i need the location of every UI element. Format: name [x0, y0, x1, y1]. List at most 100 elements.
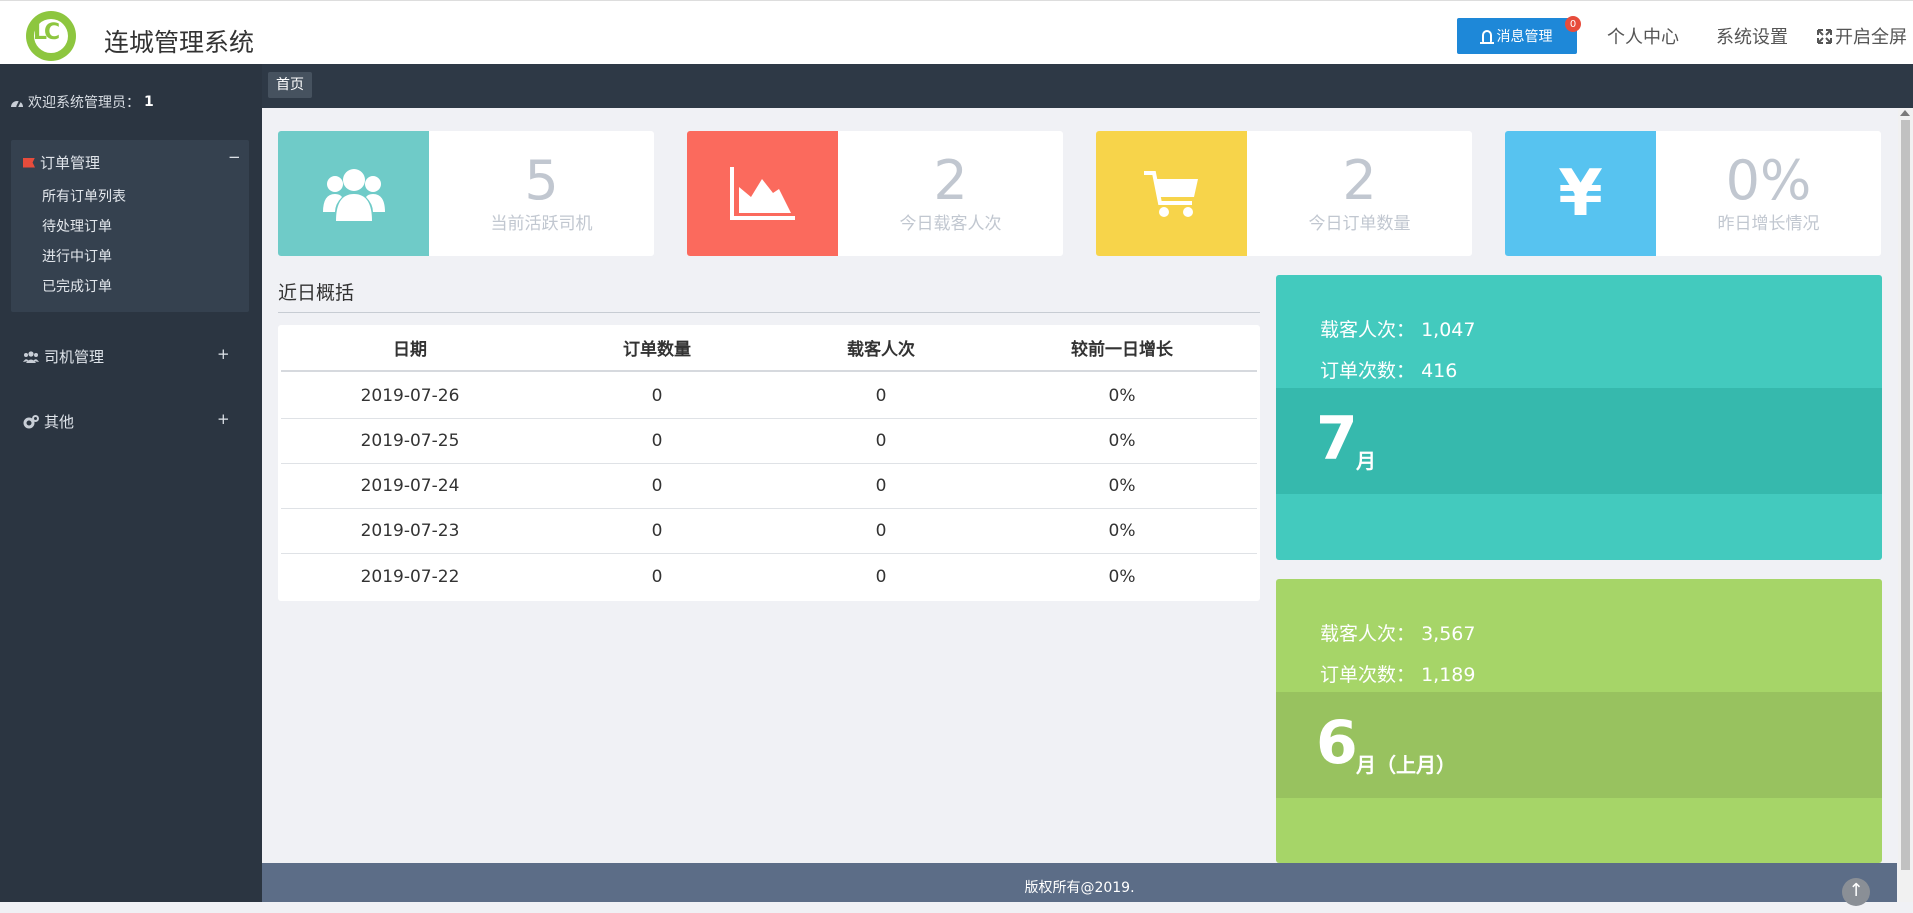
bell-icon — [1479, 30, 1494, 44]
month-panel-previous: 载客人次： 3,567 订单次数： 1,189 6 月（上月） — [1276, 579, 1882, 863]
cell-passengers: 0 — [875, 476, 887, 496]
cart-icon — [1096, 131, 1247, 256]
scrollbar-thumb[interactable] — [1901, 120, 1910, 870]
passengers-label: 载客人次： — [1320, 623, 1416, 645]
app-title: 连城管理系统 — [104, 28, 255, 57]
flag-icon — [23, 157, 35, 168]
fullscreen-toggle[interactable]: 开启全屏 — [1817, 23, 1907, 49]
table-row: 2019-07-22 0 0 0% — [281, 554, 1257, 599]
sidebar-item-label: 订单管理 — [40, 154, 101, 172]
orders-value: 416 — [1421, 360, 1458, 382]
table-row: 2019-07-25 0 0 0% — [281, 419, 1257, 464]
table-row: 2019-07-24 0 0 0% — [281, 464, 1257, 509]
cell-date: 2019-07-24 — [360, 476, 460, 496]
month-panel-current: 载客人次： 1,047 订单次数： 416 7 月 — [1276, 275, 1882, 560]
message-button-label: 消息管理 — [1496, 29, 1553, 45]
orders-value: 1,189 — [1421, 664, 1476, 686]
passengers-line: 载客人次： 3,567 — [1320, 619, 1475, 646]
message-count-badge: 0 — [1565, 16, 1581, 32]
table-row: 2019-07-26 0 0 0% — [281, 374, 1257, 419]
users-icon — [278, 131, 429, 256]
message-management-button[interactable]: 消息管理 — [1457, 18, 1577, 54]
orders-line: 订单次数： 416 — [1320, 356, 1457, 383]
stat-card-today-orders: 2 今日订单数量 — [1096, 131, 1472, 256]
month-suffix: 月（上月） — [1356, 753, 1456, 777]
month-number: 6 — [1316, 708, 1358, 778]
cell-orders: 0 — [651, 431, 663, 451]
cell-orders: 0 — [651, 386, 663, 406]
expand-other-icon[interactable]: + — [217, 410, 230, 428]
users-icon — [23, 350, 39, 363]
table-row: 2019-07-23 0 0 0% — [281, 509, 1257, 554]
dashboard-icon — [11, 100, 23, 107]
cell-growth: 0% — [1108, 566, 1136, 587]
today-passengers-value: 2 — [933, 149, 968, 212]
cell-passengers: 0 — [875, 521, 887, 541]
fullscreen-label: 开启全屏 — [1835, 27, 1907, 48]
order-management-group: 订单管理 − 所有订单列表 待处理订单 进行中订单 已完成订单 — [11, 140, 249, 312]
sidebar-item-label: 其他 — [44, 413, 75, 431]
welcome-label: 欢迎系统管理员： — [28, 95, 140, 111]
logo-text: LC — [33, 20, 60, 45]
breadcrumb-home[interactable]: 首页 — [268, 72, 312, 98]
cell-date: 2019-07-23 — [360, 521, 460, 541]
passengers-line: 载客人次： 1,047 — [1320, 315, 1475, 342]
footer: 版权所有@2019. — [262, 863, 1897, 902]
yesterday-growth-value: 0% — [1725, 149, 1812, 212]
expand-driver-icon[interactable]: + — [217, 345, 230, 363]
active-drivers-value: 5 — [524, 149, 559, 212]
cell-passengers: 0 — [875, 566, 887, 587]
month-suffix: 月 — [1356, 449, 1376, 473]
overview-table: 日期 订单数量 载客人次 较前一日增长 2019-07-26 0 0 0% 20… — [278, 325, 1260, 601]
cell-passengers: 0 — [875, 431, 887, 451]
sidebar-subitem-in-progress-orders[interactable]: 进行中订单 — [42, 246, 112, 266]
overview-title: 近日概括 — [278, 282, 355, 304]
passengers-label: 载客人次： — [1320, 319, 1416, 341]
sidebar-item-other[interactable]: 其他 — [23, 411, 74, 432]
system-settings-link[interactable]: 系统设置 — [1716, 23, 1788, 49]
sidebar-subitem-pending-orders[interactable]: 待处理订单 — [42, 216, 112, 236]
expand-icon — [1817, 28, 1832, 44]
cell-date: 2019-07-25 — [360, 431, 460, 451]
cell-growth: 0% — [1108, 476, 1136, 496]
sidebar-subitem-completed-orders[interactable]: 已完成订单 — [42, 276, 112, 296]
passengers-value: 1,047 — [1421, 319, 1476, 341]
column-header-growth: 较前一日增长 — [1071, 340, 1173, 360]
personal-center-link[interactable]: 个人中心 — [1607, 23, 1679, 49]
sidebar-item-driver-management[interactable]: 司机管理 — [23, 346, 104, 367]
cell-growth: 0% — [1108, 431, 1136, 451]
today-orders-label: 今日订单数量 — [1308, 214, 1411, 234]
sidebar-subitem-all-orders[interactable]: 所有订单列表 — [42, 186, 126, 206]
area-chart-icon — [687, 131, 838, 256]
today-orders-value: 2 — [1342, 149, 1377, 212]
orders-line: 订单次数： 1,189 — [1320, 660, 1475, 687]
cell-passengers: 0 — [875, 386, 887, 406]
cell-date: 2019-07-22 — [360, 566, 460, 587]
cell-growth: 0% — [1108, 386, 1136, 406]
cell-orders: 0 — [651, 521, 663, 541]
column-header-date: 日期 — [393, 340, 427, 360]
table-header: 日期 订单数量 载客人次 较前一日增长 — [281, 325, 1257, 372]
cell-growth: 0% — [1108, 521, 1136, 541]
today-passengers-label: 今日载客人次 — [899, 214, 1002, 234]
gears-icon — [23, 414, 39, 428]
top-header: LC 连城管理系统 消息管理 0 个人中心 系统设置 开启全屏 — [0, 0, 1913, 64]
breadcrumb: 首页 — [262, 64, 1913, 108]
orders-label: 订单次数： — [1320, 664, 1416, 686]
cell-orders: 0 — [651, 476, 663, 496]
copyright-text: 版权所有@2019. — [1024, 880, 1135, 896]
collapse-icon[interactable]: − — [228, 148, 241, 166]
scroll-up-icon[interactable] — [1900, 110, 1910, 116]
cell-date: 2019-07-26 — [360, 386, 460, 406]
passengers-value: 3,567 — [1421, 623, 1476, 645]
welcome-value: 1 — [144, 94, 154, 110]
yen-icon: ¥ — [1505, 131, 1656, 256]
stat-card-today-passengers: 2 今日载客人次 — [687, 131, 1063, 256]
active-drivers-label: 当前活跃司机 — [490, 214, 593, 234]
welcome-text: 欢迎系统管理员： 1 — [10, 92, 154, 112]
yesterday-growth-label: 昨日增长情况 — [1717, 214, 1820, 234]
sidebar-item-order-management[interactable]: 订单管理 — [23, 152, 100, 173]
column-header-passengers: 载客人次 — [847, 340, 915, 360]
orders-label: 订单次数： — [1320, 360, 1416, 382]
cell-orders: 0 — [651, 566, 663, 587]
